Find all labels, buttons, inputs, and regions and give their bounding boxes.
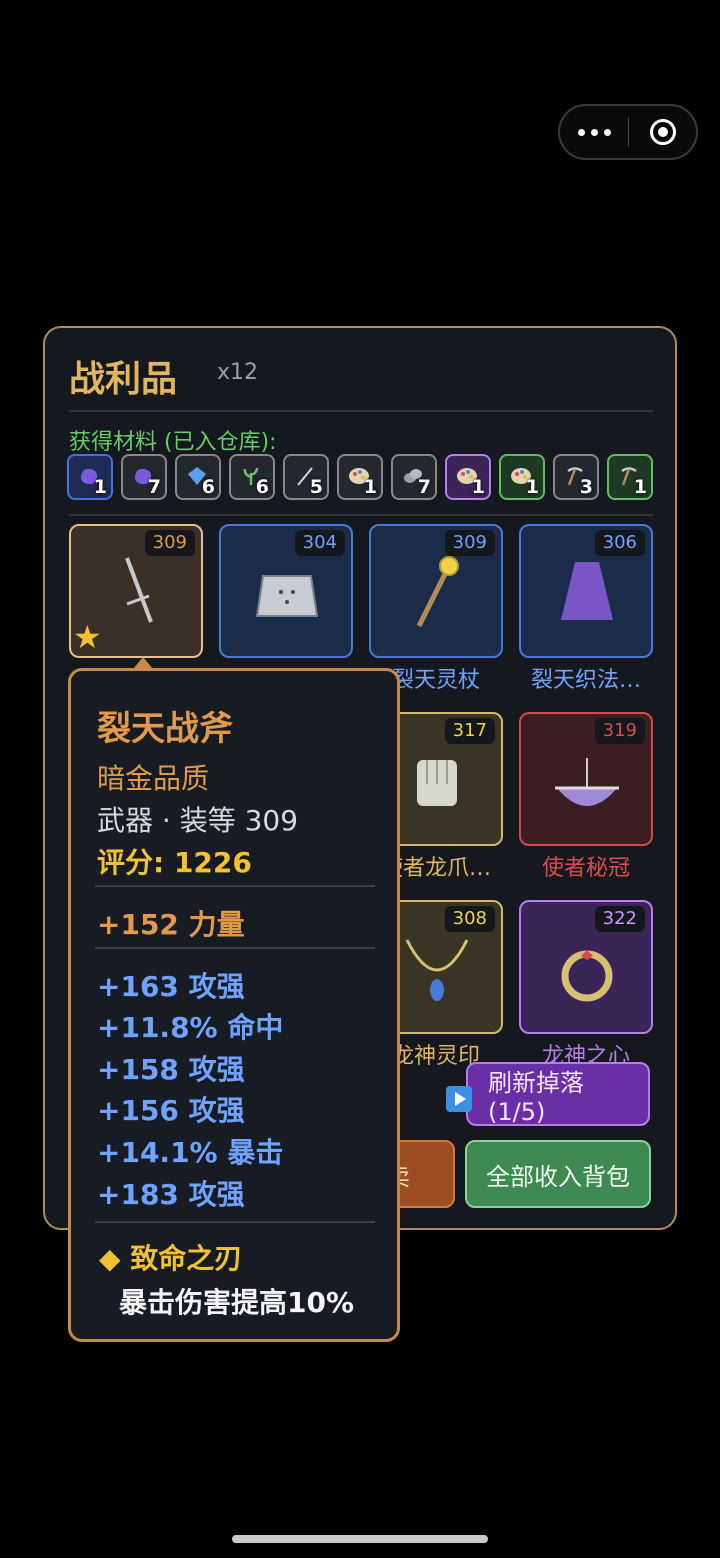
divider — [69, 410, 653, 412]
armor-icon — [255, 575, 319, 617]
crown-icon — [555, 758, 619, 806]
more-button[interactable] — [560, 106, 628, 158]
tooltip-item-name: 裂天战斧 — [97, 709, 233, 749]
home-indicator — [232, 1535, 488, 1543]
item-name: 裂天织法… — [530, 668, 641, 693]
item-tooltip: 裂天战斧 暗金品质 武器 · 装等 309 评分: 1226 +152 力量 +… — [68, 657, 400, 1342]
tooltip-sub-stat: +11.8% 命中 — [97, 1011, 284, 1044]
gauntlet-icon — [417, 760, 457, 806]
material-slot[interactable]: 1 — [337, 454, 383, 500]
material-qty: 1 — [633, 476, 647, 498]
tooltip-sub-stat: +163 攻强 — [97, 970, 245, 1003]
necklace-icon — [405, 939, 469, 1001]
axe-icon — [125, 557, 153, 623]
material-slot[interactable]: 5 — [283, 454, 329, 500]
divider — [69, 514, 653, 516]
material-slot[interactable]: 3 — [553, 454, 599, 500]
ring-icon — [561, 950, 613, 1002]
more-dots-icon — [577, 128, 585, 136]
material-slot[interactable]: 1 — [499, 454, 545, 500]
divider — [95, 1221, 375, 1223]
tooltip-sub-stat: +14.1% 暴击 — [97, 1136, 284, 1169]
material-qty: 7 — [147, 476, 161, 498]
material-slot[interactable]: 6 — [229, 454, 275, 500]
close-button[interactable] — [629, 119, 696, 145]
item-slot-dragon-heart[interactable]: 322 — [519, 900, 653, 1034]
materials-label: 获得材料 (已入仓库): — [69, 430, 277, 455]
material-qty: 6 — [255, 476, 269, 498]
material-slot[interactable]: 6 — [175, 454, 221, 500]
material-slot[interactable]: 1 — [445, 454, 491, 500]
tooltip-arrow — [133, 657, 153, 669]
material-qty: 5 — [309, 476, 323, 498]
tooltip-type: 武器 · 装等 309 — [97, 804, 299, 837]
tooltip-main-stat: +152 力量 — [97, 908, 245, 941]
close-target-icon — [649, 119, 676, 145]
material-qty: 7 — [417, 476, 431, 498]
item-name: 使者秘冠 — [541, 856, 630, 881]
mini-program-capsule — [558, 104, 698, 160]
panel-title: 战利品 — [69, 359, 178, 400]
item-slot-robe[interactable]: 306 — [519, 524, 653, 658]
material-qty: 3 — [579, 476, 593, 498]
tooltip-skill-name: ◆ 致命之刃 — [99, 1242, 243, 1275]
material-slot[interactable]: 1 — [67, 454, 113, 500]
material-qty: 1 — [471, 476, 485, 498]
tooltip-score: 评分: 1226 — [97, 846, 252, 879]
tooltip-sub-stat: +156 攻强 — [97, 1094, 245, 1127]
item-slot-battle-axe[interactable]: 309 ★ — [69, 524, 203, 658]
material-qty: 6 — [201, 476, 215, 498]
staff-icon — [416, 556, 459, 628]
material-slot[interactable]: 7 — [391, 454, 437, 500]
star-icon: ★ — [73, 618, 102, 656]
material-qty: 1 — [525, 476, 539, 498]
item-slot-staff[interactable]: 309 — [369, 524, 503, 658]
tooltip-skill-desc: 暴击伤害提高10% — [119, 1286, 355, 1319]
loot-count: x12 — [217, 360, 259, 385]
materials-row: 1 7 6 6 5 1 7 1 1 3 1 — [67, 454, 653, 500]
tooltip-quality: 暗金品质 — [97, 762, 210, 795]
divider — [95, 947, 375, 949]
material-qty: 1 — [93, 476, 107, 498]
material-slot[interactable]: 1 — [607, 454, 653, 500]
divider — [95, 885, 375, 887]
item-slot-armor[interactable]: 304 — [219, 524, 353, 658]
tooltip-sub-stat: +183 攻强 — [97, 1178, 245, 1211]
play-icon — [446, 1086, 472, 1112]
robe-icon — [561, 562, 613, 620]
collect-all-button[interactable]: 全部收入背包 — [465, 1140, 651, 1208]
item-slot-crown[interactable]: 319 — [519, 712, 653, 846]
material-slot[interactable]: 7 — [121, 454, 167, 500]
refresh-drops-button[interactable]: 刷新掉落 (1/5) — [466, 1062, 650, 1126]
material-qty: 1 — [363, 476, 377, 498]
tooltip-sub-stat: +158 攻强 — [97, 1053, 245, 1086]
